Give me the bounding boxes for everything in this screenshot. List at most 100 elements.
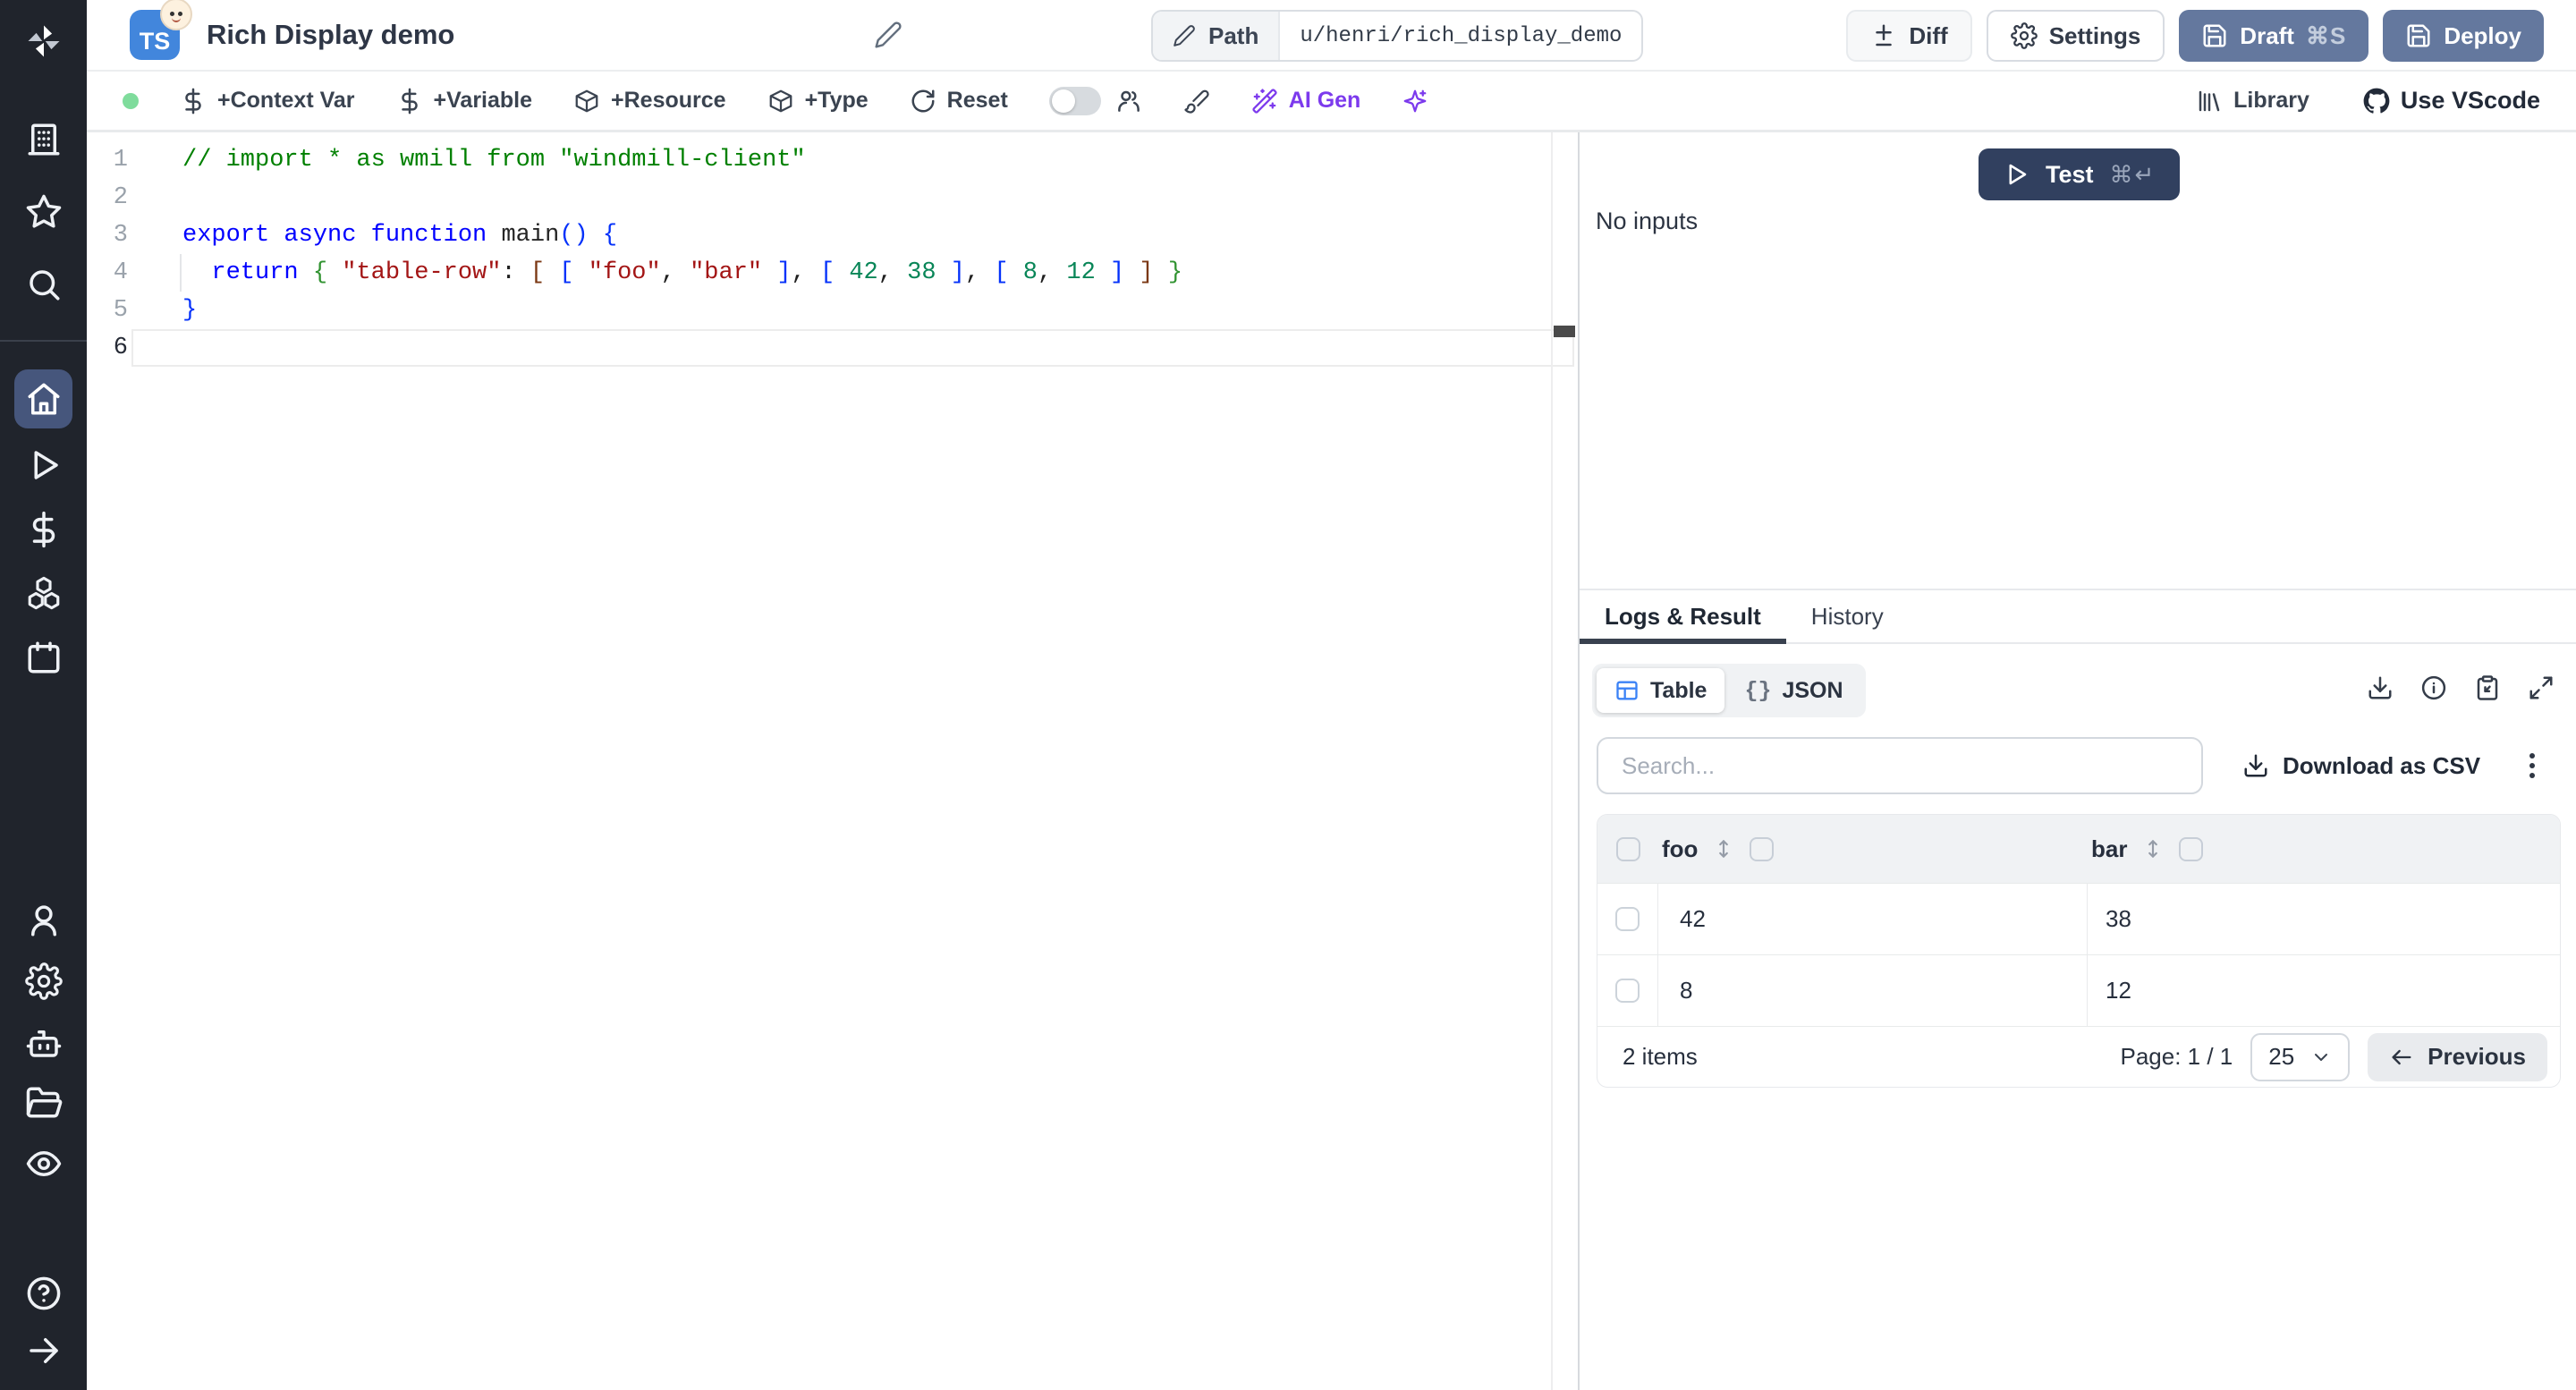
header: TS Rich Display demo Path u/henri/rich_d… (87, 0, 2576, 72)
line-number: 3 (113, 222, 128, 249)
sidebar-item-variables[interactable] (25, 511, 63, 548)
column-filter-checkbox[interactable] (1750, 836, 1775, 861)
view-table-button[interactable]: Table (1597, 668, 1725, 713)
diff-mode-toggle[interactable] (1048, 86, 1101, 115)
code-line: 2 (87, 179, 1578, 216)
diff-button[interactable]: Diff (1846, 10, 1972, 62)
page-size-value: 25 (2268, 1043, 2295, 1070)
add-context-var-button[interactable]: +Context Var (180, 88, 355, 114)
sidebar-item-home[interactable] (14, 369, 72, 428)
indent-guide (180, 254, 182, 292)
add-type-button[interactable]: +Type (767, 88, 869, 114)
sidebar-item-schedules[interactable] (25, 639, 63, 676)
result-table: foo bar 42 38 8 12 2 items Page: 1 / 1 2… (1597, 814, 2561, 1088)
line-number: 4 (113, 259, 128, 286)
tab-logs-result[interactable]: Logs & Result (1580, 590, 1786, 644)
download-csv-button[interactable]: Download as CSV (2242, 752, 2480, 780)
test-button[interactable]: Test ⌘↵ (1979, 148, 2181, 200)
tab-history[interactable]: History (1786, 590, 1909, 642)
format-button[interactable] (1183, 88, 1210, 114)
sidebar (0, 0, 87, 1390)
github-icon (2363, 88, 2390, 114)
table-icon (1616, 681, 1638, 700)
editor-overview-ruler[interactable] (1551, 132, 1553, 1390)
code-line: 1 // import * as wmill from "windmill-cli… (87, 141, 1578, 179)
sort-icon[interactable] (1712, 837, 1735, 860)
add-variable-button[interactable]: +Variable (396, 88, 532, 114)
reset-label: Reset (946, 88, 1008, 113)
diff-icon (1876, 24, 1893, 47)
chevron-down-icon (2315, 1053, 2328, 1061)
sidebar-item-search[interactable] (25, 266, 63, 303)
sidebar-collapse-arrow[interactable] (25, 1332, 63, 1369)
main-area: TS Rich Display demo Path u/henri/rich_d… (87, 0, 2576, 1390)
ai-gen-label: AI Gen (1288, 88, 1361, 113)
page-size-select[interactable]: 25 (2250, 1032, 2351, 1081)
edit-title-pencil-icon[interactable] (874, 21, 902, 49)
app-window: TS Rich Display demo Path u/henri/rich_d… (0, 0, 2576, 1390)
search-input[interactable] (1597, 737, 2203, 794)
library-button[interactable]: Library (2196, 88, 2309, 114)
previous-label: Previous (2428, 1043, 2526, 1070)
brush-icon (1184, 89, 1209, 114)
copy-result-icon[interactable] (2474, 674, 2501, 701)
result-view-switcher: Table {} JSON (1592, 664, 1866, 717)
info-icon[interactable] (2420, 674, 2447, 701)
previous-page-button[interactable]: Previous (2368, 1032, 2547, 1081)
row-checkbox[interactable] (1615, 979, 1640, 1003)
result-block: Logs & Result History Table {} JSON Sear… (1580, 589, 2576, 1390)
line-number: 6 (113, 335, 128, 361)
reset-button[interactable]: Reset (910, 88, 1008, 114)
dollar-icon (185, 88, 201, 114)
sort-icon[interactable] (2141, 837, 2165, 860)
sidebar-item-audit-logs[interactable] (25, 1145, 63, 1182)
sidebar-item-folders[interactable] (25, 1084, 63, 1122)
add-resource-label: +Resource (611, 88, 726, 113)
table-row: 42 38 (1597, 883, 2560, 954)
sidebar-item-favorites[interactable] (25, 193, 63, 231)
sidebar-item-user[interactable] (25, 902, 63, 939)
test-shortcut: ⌘↵ (2109, 160, 2157, 188)
column-header-bar[interactable]: bar (2091, 835, 2127, 863)
result-tabs: Logs & Result History (1580, 590, 2576, 644)
code-editor[interactable]: 1 // import * as wmill from "windmill-cli… (87, 132, 1578, 1390)
baby-emoji (160, 0, 192, 30)
pencil-icon (1174, 25, 1195, 47)
sidebar-item-runs[interactable] (25, 446, 63, 484)
download-result-icon[interactable] (2367, 674, 2394, 701)
editor-toolbar: +Context Var +Variable +Resource +Type R… (87, 72, 2576, 132)
code-line-text: } (182, 297, 198, 324)
sidebar-item-resources[interactable] (25, 574, 63, 612)
draft-button[interactable]: Draft ⌘S (2179, 10, 2369, 62)
deploy-button[interactable]: Deploy (2383, 10, 2544, 62)
sidebar-item-help[interactable] (25, 1275, 63, 1312)
view-json-button[interactable]: {} JSON (1726, 668, 1860, 713)
sidebar-item-settings[interactable] (24, 962, 63, 1000)
play-icon (2009, 164, 2027, 185)
cell-foo: 42 (1658, 884, 2088, 954)
path-control[interactable]: Path u/henri/rich_display_demo (1151, 10, 1644, 62)
settings-label: Settings (2048, 21, 2141, 49)
column-header-foo[interactable]: foo (1662, 835, 1698, 863)
sidebar-item-workers[interactable] (25, 1024, 63, 1062)
save-icon (2407, 24, 2430, 47)
column-filter-checkbox[interactable] (2179, 836, 2204, 861)
typescript-badge-label: TS (139, 28, 171, 55)
braces-icon: {} (1744, 677, 1772, 704)
sidebar-item-workspace[interactable] (25, 121, 63, 158)
use-vscode-button[interactable]: Use VScode (2363, 87, 2540, 114)
add-resource-button[interactable]: +Resource (573, 88, 726, 114)
settings-button[interactable]: Settings (1986, 10, 2165, 62)
path-value[interactable]: u/henri/rich_display_demo (1280, 12, 1641, 60)
status-dot (123, 92, 139, 109)
page-indicator: Page: 1 / 1 (2120, 1043, 2233, 1070)
library-icon (2199, 90, 2220, 111)
ai-gen-button[interactable]: AI Gen (1251, 88, 1361, 114)
select-all-checkbox[interactable] (1615, 836, 1640, 861)
ai-sparkles-button[interactable] (1402, 88, 1428, 114)
windmill-logo[interactable] (25, 22, 63, 60)
row-checkbox[interactable] (1615, 907, 1640, 931)
more-options-kebab[interactable] (2529, 749, 2535, 783)
expand-icon[interactable] (2528, 674, 2555, 701)
